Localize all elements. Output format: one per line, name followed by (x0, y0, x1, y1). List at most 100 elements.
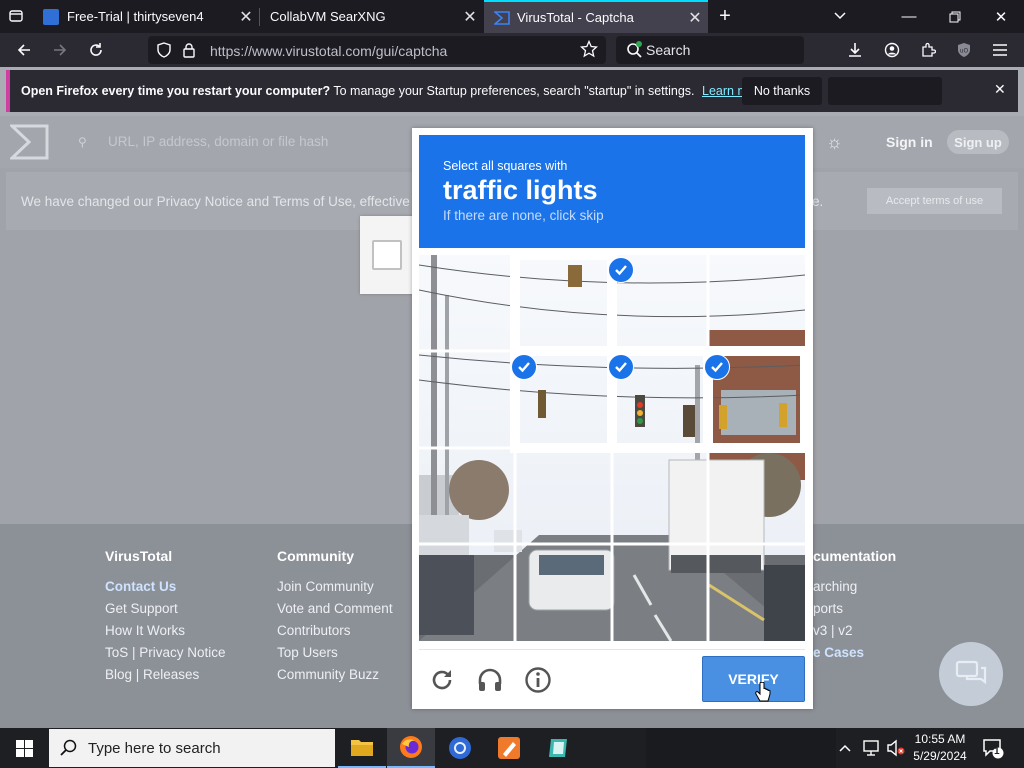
footer-link[interactable]: Community Buzz (277, 667, 393, 682)
footer-col-community: Community Join Community Vote and Commen… (277, 548, 393, 682)
new-tab-icon[interactable]: + (711, 2, 739, 30)
captcha-hint: If there are none, click skip (443, 208, 604, 223)
list-tabs-chevron-down-icon[interactable] (826, 2, 854, 30)
footer-link[interactable]: arching (813, 579, 896, 594)
restore-icon[interactable] (932, 0, 978, 33)
bookmark-star-icon[interactable] (579, 39, 599, 63)
captcha-tile[interactable] (612, 255, 709, 352)
sign-in-link[interactable]: Sign in (886, 134, 933, 150)
taskbar-search-icon (60, 739, 78, 762)
footer-link[interactable]: ToS | Privacy Notice (105, 645, 226, 660)
taskbar-search-box[interactable]: Type here to search (49, 729, 335, 767)
captcha-tile[interactable] (612, 545, 709, 642)
footer-link[interactable]: Contributors (277, 623, 393, 638)
search-placeholder: Search (646, 42, 691, 58)
svg-text:uO: uO (960, 48, 969, 55)
vt-search-icon: ⚲ (78, 135, 87, 149)
tab-free-trial[interactable]: Free-Trial | thirtyseven4 ✕ (33, 0, 259, 33)
accept-terms-button[interactable]: Accept terms of use (867, 188, 1002, 214)
captcha-tile[interactable] (709, 352, 806, 449)
audio-challenge-headphones-icon[interactable] (476, 666, 504, 699)
theme-sun-icon[interactable]: ☼ (826, 132, 843, 153)
footer-link[interactable]: Vote and Comment (277, 601, 393, 616)
show-hidden-icons-chevron-up-icon[interactable] (838, 740, 852, 758)
tab-overview-icon[interactable] (2, 2, 30, 30)
lock-icon[interactable] (182, 42, 196, 63)
captcha-tile[interactable] (612, 352, 709, 449)
tab-close-icon[interactable]: ✕ (457, 7, 483, 27)
footer-link[interactable]: Contact Us (105, 579, 226, 594)
captcha-tile[interactable] (709, 545, 806, 642)
tab-close-icon[interactable]: ✕ (682, 8, 708, 28)
paint-app-taskbar-icon[interactable] (485, 728, 533, 768)
tab-title: VirusTotal - Captcha (517, 10, 634, 25)
footer-link[interactable]: How It Works (105, 623, 226, 638)
forward-arrow-icon[interactable] (46, 36, 74, 64)
system-clock[interactable]: 10:55 AM 5/29/2024 (908, 731, 972, 765)
file-explorer-icon[interactable] (338, 728, 386, 768)
windows-start-icon[interactable] (0, 728, 48, 768)
recaptcha-checkbox[interactable] (372, 240, 402, 270)
chrome-taskbar-icon[interactable] (436, 728, 484, 768)
set-as-startup-button[interactable] (828, 77, 942, 105)
footer-link[interactable]: v3 | v2 (813, 623, 896, 638)
startup-notification-bar: Open Firefox every time you restart your… (6, 70, 1018, 112)
reload-challenge-icon[interactable] (429, 667, 455, 698)
footer-link[interactable]: Join Community (277, 579, 393, 594)
notification-count: 1 (994, 746, 1000, 757)
ublock-shield-icon[interactable]: uO (950, 36, 978, 64)
captcha-challenge: Select all squares with traffic lights I… (412, 128, 813, 709)
footer-link[interactable]: ports (813, 601, 896, 616)
footer-link[interactable]: Blog | Releases (105, 667, 226, 682)
captcha-tile[interactable] (516, 352, 613, 449)
downloads-icon[interactable] (841, 36, 869, 64)
virustotal-logo-icon[interactable] (8, 124, 50, 165)
network-icon[interactable] (862, 739, 880, 762)
captcha-tile[interactable] (709, 255, 806, 352)
no-thanks-button[interactable]: No thanks (742, 77, 822, 105)
menu-hamburger-icon[interactable] (986, 36, 1014, 64)
info-help-icon[interactable] (524, 666, 552, 699)
tab-collabvm-searxng[interactable]: CollabVM SearXNG ✕ (260, 0, 483, 33)
footer-link[interactable]: e Cases (813, 645, 896, 660)
vt-search-input[interactable]: URL, IP address, domain or file hash (108, 134, 328, 149)
tab-virustotal-captcha[interactable]: VirusTotal - Captcha ✕ (484, 0, 708, 33)
extensions-puzzle-icon[interactable] (914, 36, 942, 64)
captcha-tile[interactable] (419, 545, 516, 642)
tracking-protection-shield-icon[interactable] (156, 42, 172, 63)
captcha-tile[interactable] (516, 545, 613, 642)
chat-bubble-icon[interactable] (939, 642, 1003, 706)
tab-close-icon[interactable]: ✕ (233, 7, 259, 27)
recaptcha-anchor (360, 216, 420, 294)
url-text[interactable]: https://www.virustotal.com/gui/captcha (210, 43, 447, 59)
volume-muted-icon[interactable] (886, 739, 906, 762)
footer-link[interactable]: Get Support (105, 601, 226, 616)
tab-title: Free-Trial | thirtyseven4 (67, 9, 204, 24)
captcha-tile[interactable] (612, 448, 709, 545)
thirtyseven4-favicon-icon (43, 8, 59, 25)
firefox-taskbar-icon[interactable] (387, 728, 435, 768)
address-bar[interactable]: https://www.virustotal.com/gui/captcha (148, 36, 606, 64)
footer-heading: VirusTotal (105, 548, 173, 564)
sign-up-button[interactable]: Sign up (947, 130, 1009, 154)
notification-text: To manage your Startup preferences, sear… (333, 84, 695, 98)
captcha-tile[interactable] (419, 448, 516, 545)
privacy-banner-text: We have changed our Privacy Notice and T… (21, 194, 431, 209)
notification-close-icon[interactable]: ✕ (994, 81, 1006, 98)
account-icon[interactable] (878, 36, 906, 64)
captcha-tile[interactable] (419, 255, 516, 352)
verify-button[interactable]: VERIFY (702, 656, 805, 702)
footer-col-virustotal: VirusTotal Contact Us Get Support How It… (105, 548, 226, 682)
minimize-icon[interactable]: — (886, 0, 932, 33)
footer-link[interactable]: Top Users (277, 645, 393, 660)
captcha-tile[interactable] (516, 255, 613, 352)
close-window-icon[interactable]: ✕ (978, 0, 1024, 33)
search-box[interactable]: Search (616, 36, 804, 64)
captcha-tile[interactable] (516, 448, 613, 545)
reload-icon[interactable] (82, 36, 110, 64)
action-center-notification-icon[interactable] (982, 737, 1004, 764)
captcha-tile[interactable] (419, 352, 516, 449)
back-arrow-icon[interactable] (10, 36, 38, 64)
notepad-app-taskbar-icon[interactable] (534, 728, 582, 768)
captcha-tile[interactable] (709, 448, 806, 545)
